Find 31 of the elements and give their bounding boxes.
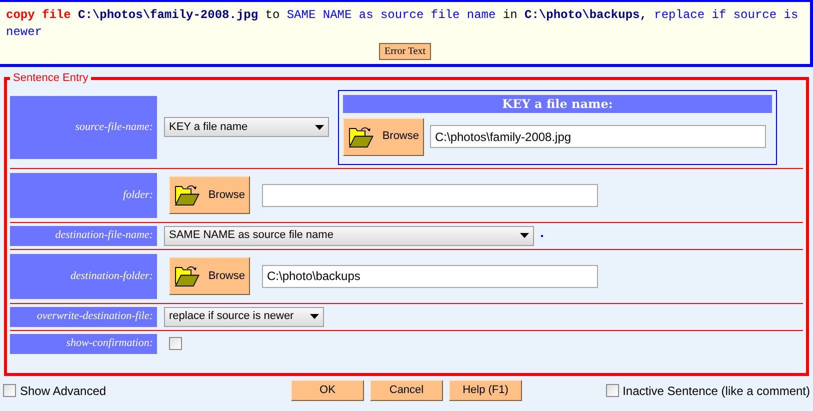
section-title: Sentence Entry bbox=[12, 71, 90, 86]
field-label: destination-folder: bbox=[10, 254, 157, 298]
dropdown[interactable]: KEY a file name bbox=[164, 117, 329, 137]
dot-mark bbox=[541, 234, 543, 236]
field-label: source-file-name: bbox=[10, 96, 157, 158]
dialog-button[interactable]: Help (F1) bbox=[449, 380, 522, 401]
caret-icon bbox=[520, 233, 529, 238]
checkbox[interactable] bbox=[169, 337, 182, 350]
sentence-text: copy file C:\photos\family-2008.jpg to SAME NAME as source file name in C:\photo\backups, replace if source is newer bbox=[6, 7, 800, 41]
field-label: overwrite-destination-file: bbox=[10, 306, 157, 326]
browse-button[interactable]: Browse bbox=[169, 257, 250, 295]
dialog-button[interactable]: OK bbox=[291, 380, 364, 401]
inactive-sentence-label: Inactive Sentence (like a comment) bbox=[622, 382, 810, 400]
text-field[interactable]: C:\photos\family-2008.jpg bbox=[430, 125, 766, 148]
error-text-button[interactable]: Error Text bbox=[379, 43, 431, 60]
checkbox[interactable] bbox=[606, 384, 619, 397]
dropdown[interactable]: replace if source is newer bbox=[164, 306, 324, 326]
text-field[interactable]: C:\photo\backups bbox=[262, 264, 598, 288]
field-label: show-confirmation: bbox=[10, 334, 157, 354]
show-advanced-label: Show Advanced bbox=[20, 382, 106, 400]
field-label: destination-file-name: bbox=[10, 226, 157, 246]
field-label: folder: bbox=[10, 172, 157, 218]
caret-icon bbox=[315, 124, 324, 130]
panel-title: KEY a file name: bbox=[343, 94, 772, 112]
text-field[interactable] bbox=[262, 184, 598, 206]
caret-icon bbox=[310, 314, 319, 319]
dropdown[interactable]: SAME NAME as source file name bbox=[164, 226, 534, 246]
browse-button[interactable]: Browse bbox=[343, 118, 424, 156]
checkbox[interactable] bbox=[3, 384, 16, 397]
browse-button[interactable]: Browse bbox=[169, 176, 250, 214]
dialog-button[interactable]: Cancel bbox=[370, 380, 443, 401]
